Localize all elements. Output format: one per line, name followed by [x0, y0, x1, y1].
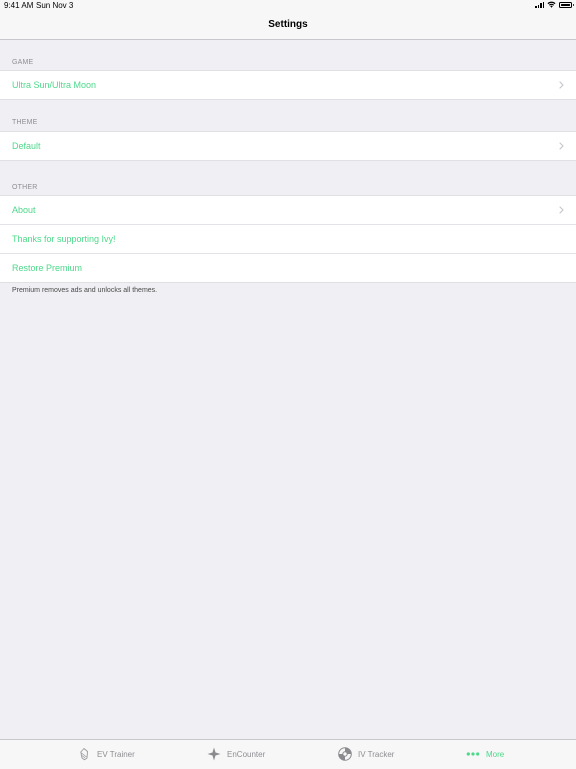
theme-selection-row[interactable]: Default [0, 132, 576, 160]
cellular-signal-icon [535, 1, 544, 8]
thanks-label: Thanks for supporting Ivy! [12, 234, 116, 244]
theme-selection-label: Default [12, 141, 41, 151]
restore-premium-label: Restore Premium [12, 263, 83, 273]
about-row[interactable]: About [0, 196, 576, 224]
section-header-theme: THEME [12, 119, 38, 126]
thanks-row[interactable]: Thanks for supporting Ivy! [0, 224, 576, 253]
page-title: Settings [268, 19, 308, 30]
section-header-other: OTHER [12, 184, 38, 191]
premium-footer-text: Premium removes ads and unlocks all them… [12, 287, 158, 294]
wifi-icon [547, 1, 556, 8]
tab-encounter[interactable]: EnCounter [207, 746, 265, 762]
status-bar: 9:41 AM Sun Nov 3 [0, 0, 576, 11]
tab-label: EnCounter [227, 749, 266, 759]
tab-bar: EV Trainer EnCounter IV Tracker More [0, 739, 576, 769]
chevron-right-icon [559, 142, 564, 150]
section-header-game: GAME [12, 59, 34, 66]
tab-label: IV Tracker [358, 749, 395, 759]
encounter-icon [207, 747, 221, 761]
battery-icon [559, 1, 574, 8]
iv-tracker-icon [338, 747, 352, 761]
tab-more[interactable]: More [466, 746, 504, 762]
tab-label: More [486, 749, 505, 759]
game-selection-row[interactable]: Ultra Sun/Ultra Moon [0, 71, 576, 99]
game-group: Ultra Sun/Ultra Moon [0, 70, 576, 100]
other-group: About Thanks for supporting Ivy! Restore… [0, 195, 576, 283]
tab-label: EV Trainer [97, 749, 135, 759]
status-time: 9:41 AM [4, 1, 34, 10]
tab-ev-trainer[interactable]: EV Trainer [77, 746, 135, 762]
tab-iv-tracker[interactable]: IV Tracker [338, 746, 394, 762]
game-selection-label: Ultra Sun/Ultra Moon [12, 80, 97, 90]
status-date: Sun Nov 3 [36, 1, 74, 10]
status-indicators [535, 1, 574, 8]
restore-premium-row[interactable]: Restore Premium [0, 253, 576, 282]
about-label: About [12, 205, 36, 215]
more-icon [466, 752, 480, 756]
theme-group: Default [0, 131, 576, 161]
chevron-right-icon [559, 206, 564, 214]
ev-trainer-icon [80, 748, 88, 761]
navigation-bar: Settings [0, 11, 576, 40]
chevron-right-icon [559, 81, 564, 89]
